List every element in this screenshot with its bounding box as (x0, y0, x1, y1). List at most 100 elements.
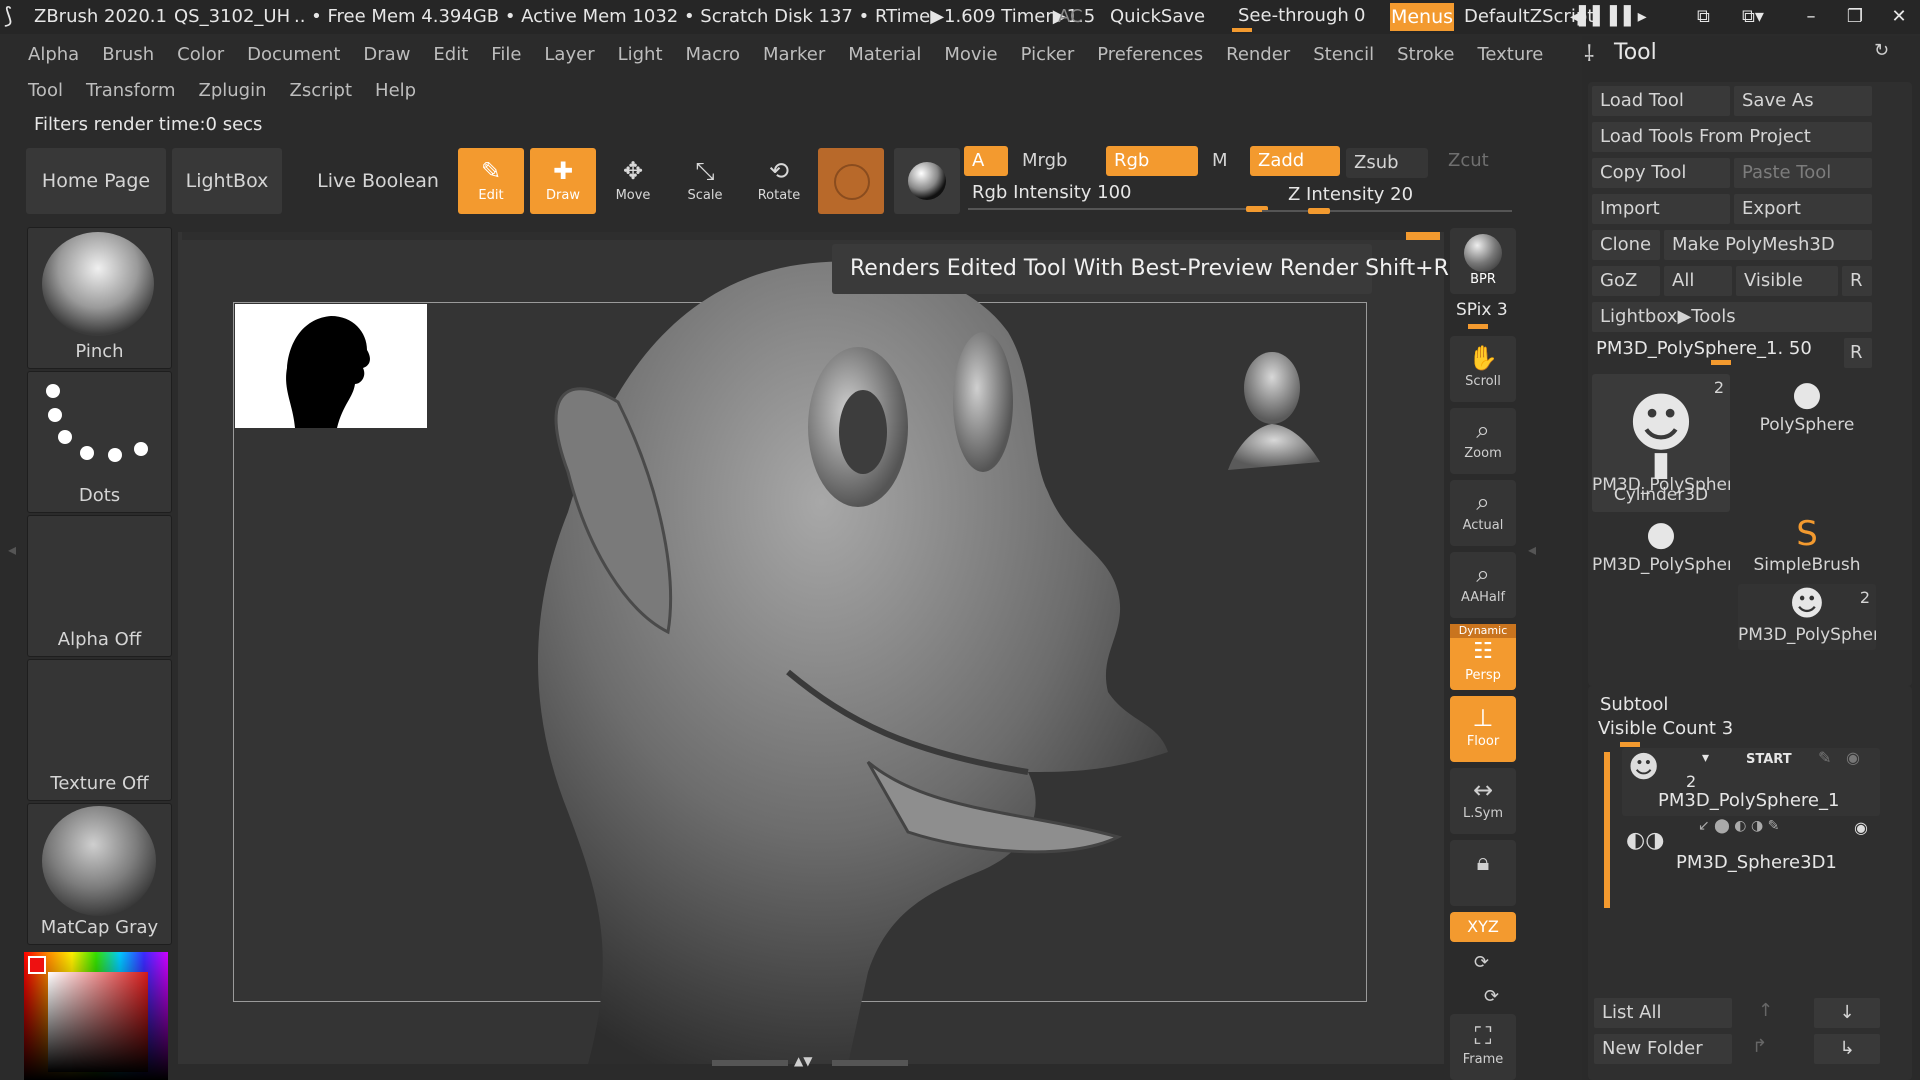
zsub-toggle[interactable]: Zsub (1346, 148, 1428, 178)
floor-button[interactable]: ⊥ Floor (1450, 696, 1516, 762)
tool-thumbnail[interactable]: ☻ PM3D_PolySpher 2 (1738, 584, 1876, 650)
ui-layout-alt-icon[interactable]: ⧉▾ (1742, 6, 1764, 27)
brush-picker[interactable]: Pinch (27, 227, 172, 369)
zadd-toggle[interactable]: Zadd (1250, 146, 1340, 176)
mrgb-toggle[interactable]: Mrgb (1014, 146, 1118, 176)
tool-thumbnail[interactable]: S SimpleBrush (1738, 514, 1876, 580)
make-polymesh-button[interactable]: Make PolyMesh3D (1664, 230, 1872, 260)
menu-zscript[interactable]: Zscript (290, 80, 353, 101)
load-tool-button[interactable]: Load Tool (1592, 86, 1730, 116)
subtool-scrollbar[interactable] (1604, 752, 1610, 908)
close-icon[interactable]: ✕ (1885, 4, 1913, 30)
subtool2-eye-icon[interactable]: ◉ (1854, 818, 1868, 837)
current-brush-slot[interactable] (818, 148, 884, 214)
subtool-eye-icon[interactable]: ◉ (1846, 748, 1860, 767)
tool-thumbnail[interactable]: ● PolySphere (1738, 374, 1876, 440)
menu-color[interactable]: Color (177, 44, 224, 65)
xyz-rotate-button[interactable]: XYZ (1450, 912, 1516, 942)
current-tool-slider[interactable]: PM3D_PolySphere_1. 50 (1592, 336, 1842, 366)
menu-material[interactable]: Material (848, 44, 921, 65)
menu-tool[interactable]: Tool (28, 80, 63, 101)
seethrough-slider[interactable]: See-through 0 (1232, 2, 1374, 32)
copy-tool-button[interactable]: Copy Tool (1592, 158, 1730, 188)
ui-layout-icon[interactable]: ⧉ (1697, 6, 1710, 27)
menu-edit[interactable]: Edit (433, 44, 468, 65)
sculpt-head-model[interactable] (508, 252, 1268, 1064)
lightbox-button[interactable]: LightBox (172, 148, 282, 214)
lsym-button[interactable]: ↔ L.Sym (1450, 768, 1516, 834)
y-rotate-icon[interactable]: ⟳ (1474, 952, 1489, 973)
edit-mode-button[interactable]: ✎ Edit (458, 148, 524, 214)
menu-macro[interactable]: Macro (686, 44, 740, 65)
texture-picker[interactable]: Texture Off (27, 659, 172, 801)
alpha-picker[interactable]: Alpha Off (27, 515, 172, 657)
menu-layer[interactable]: Layer (544, 44, 594, 65)
minimize-icon[interactable]: – (1797, 4, 1825, 30)
import-button[interactable]: Import (1592, 194, 1730, 224)
z-rotate-icon[interactable]: ⟳ (1484, 986, 1499, 1007)
menu-stroke[interactable]: Stroke (1397, 44, 1454, 65)
tool-r-button[interactable]: R (1844, 338, 1872, 368)
left-tray-handle-icon[interactable]: ◂ (8, 540, 16, 559)
tool-thumbnail[interactable]: ● PM3D_PolySpher (1592, 514, 1730, 580)
folder-up-icon[interactable]: ↱ (1752, 1036, 1767, 1057)
menu-movie[interactable]: Movie (944, 44, 997, 65)
menu-help[interactable]: Help (375, 80, 416, 101)
right-tray-handle-icon[interactable]: ◂ (1528, 540, 1536, 559)
paste-tool-button[interactable]: Paste Tool (1734, 158, 1872, 188)
menu-light[interactable]: Light (618, 44, 663, 65)
goz-r-button[interactable]: R (1842, 266, 1872, 296)
color-picker-square[interactable] (48, 972, 148, 1072)
persp-button[interactable]: Dynamic ☷ Persp (1450, 624, 1516, 690)
canvas-bottom-tray-handle[interactable]: ▲▼ (712, 1054, 908, 1068)
folder-down-button[interactable]: ↳ (1814, 1034, 1880, 1064)
goz-button[interactable]: GoZ (1592, 266, 1660, 296)
export-button[interactable]: Export (1734, 194, 1872, 224)
subtool-item-active[interactable]: ☻ 2 ▾ START ✎ ◉ PM3D_PolySphere_1 (1622, 748, 1880, 816)
menu-file[interactable]: File (491, 44, 521, 65)
goz-visible-button[interactable]: Visible (1736, 266, 1838, 296)
move-mode-button[interactable]: ✥ Move (600, 148, 666, 214)
menu-preferences[interactable]: Preferences (1097, 44, 1203, 65)
menu-zplugin[interactable]: Zplugin (199, 80, 267, 101)
clone-button[interactable]: Clone (1592, 230, 1660, 260)
palette-reset-icon[interactable]: ↻ (1874, 40, 1889, 61)
menus-toggle-button[interactable]: Menus (1390, 3, 1454, 31)
material-slot[interactable] (894, 148, 960, 214)
subtool-item-second[interactable]: ◐◑ ↙ ⬤ ◐ ◑ ✎ ◉ PM3D_Sphere3D1 (1622, 818, 1880, 882)
menu-stencil[interactable]: Stencil (1313, 44, 1374, 65)
move-down-button[interactable]: ↓ (1814, 998, 1880, 1028)
frame-button[interactable]: ⛶ Frame (1450, 1014, 1516, 1080)
document-canvas[interactable]: Renders Edited Tool With Best-Preview Re… (178, 232, 1449, 1068)
subtool-edit-icon[interactable]: ✎ (1818, 748, 1831, 767)
z-intensity-slider[interactable]: Z Intensity 20 (1262, 184, 1512, 214)
zcut-toggle[interactable]: Zcut (1448, 150, 1489, 171)
transp-lock-button[interactable]: 🔒︎ (1450, 840, 1516, 906)
material-picker[interactable]: MatCap Gray (27, 803, 172, 945)
menu-render[interactable]: Render (1226, 44, 1290, 65)
a-toggle[interactable]: A (964, 146, 1008, 176)
list-all-button[interactable]: List All (1594, 998, 1732, 1028)
live-boolean-button[interactable]: Live Boolean (314, 148, 442, 214)
draw-mode-button[interactable]: ✚ Draw (530, 148, 596, 214)
load-tools-from-project-button[interactable]: Load Tools From Project (1592, 122, 1872, 152)
bpr-button[interactable]: BPR (1450, 228, 1516, 294)
goz-all-button[interactable]: All (1664, 266, 1732, 296)
menu-draw[interactable]: Draw (363, 44, 410, 65)
menu-picker[interactable]: Picker (1021, 44, 1075, 65)
tool-thumbnail[interactable]: ▮ Cylinder3D (1592, 444, 1730, 510)
zoom-button[interactable]: ⌕ Zoom (1450, 408, 1516, 474)
menu-marker[interactable]: Marker (763, 44, 825, 65)
layout-prev-icon[interactable]: ◂▌▌ (1570, 6, 1607, 27)
quicksave-button[interactable]: QuickSave (1110, 6, 1205, 27)
rgb-toggle[interactable]: Rgb (1106, 146, 1198, 176)
actual-button[interactable]: ⌕ Actual (1450, 480, 1516, 546)
menu-transform[interactable]: Transform (86, 80, 176, 101)
maximize-icon[interactable]: ❐ (1841, 4, 1869, 30)
menu-brush[interactable]: Brush (102, 44, 154, 65)
menu-texture[interactable]: Texture (1477, 44, 1543, 65)
visible-count-slider[interactable]: Visible Count 3 (1594, 718, 1864, 748)
move-up-icon[interactable]: ↑ (1758, 1000, 1773, 1021)
spix-slider[interactable]: SPix 3 (1450, 300, 1516, 334)
rgb-intensity-slider[interactable]: Rgb Intensity 100 (968, 182, 1268, 212)
